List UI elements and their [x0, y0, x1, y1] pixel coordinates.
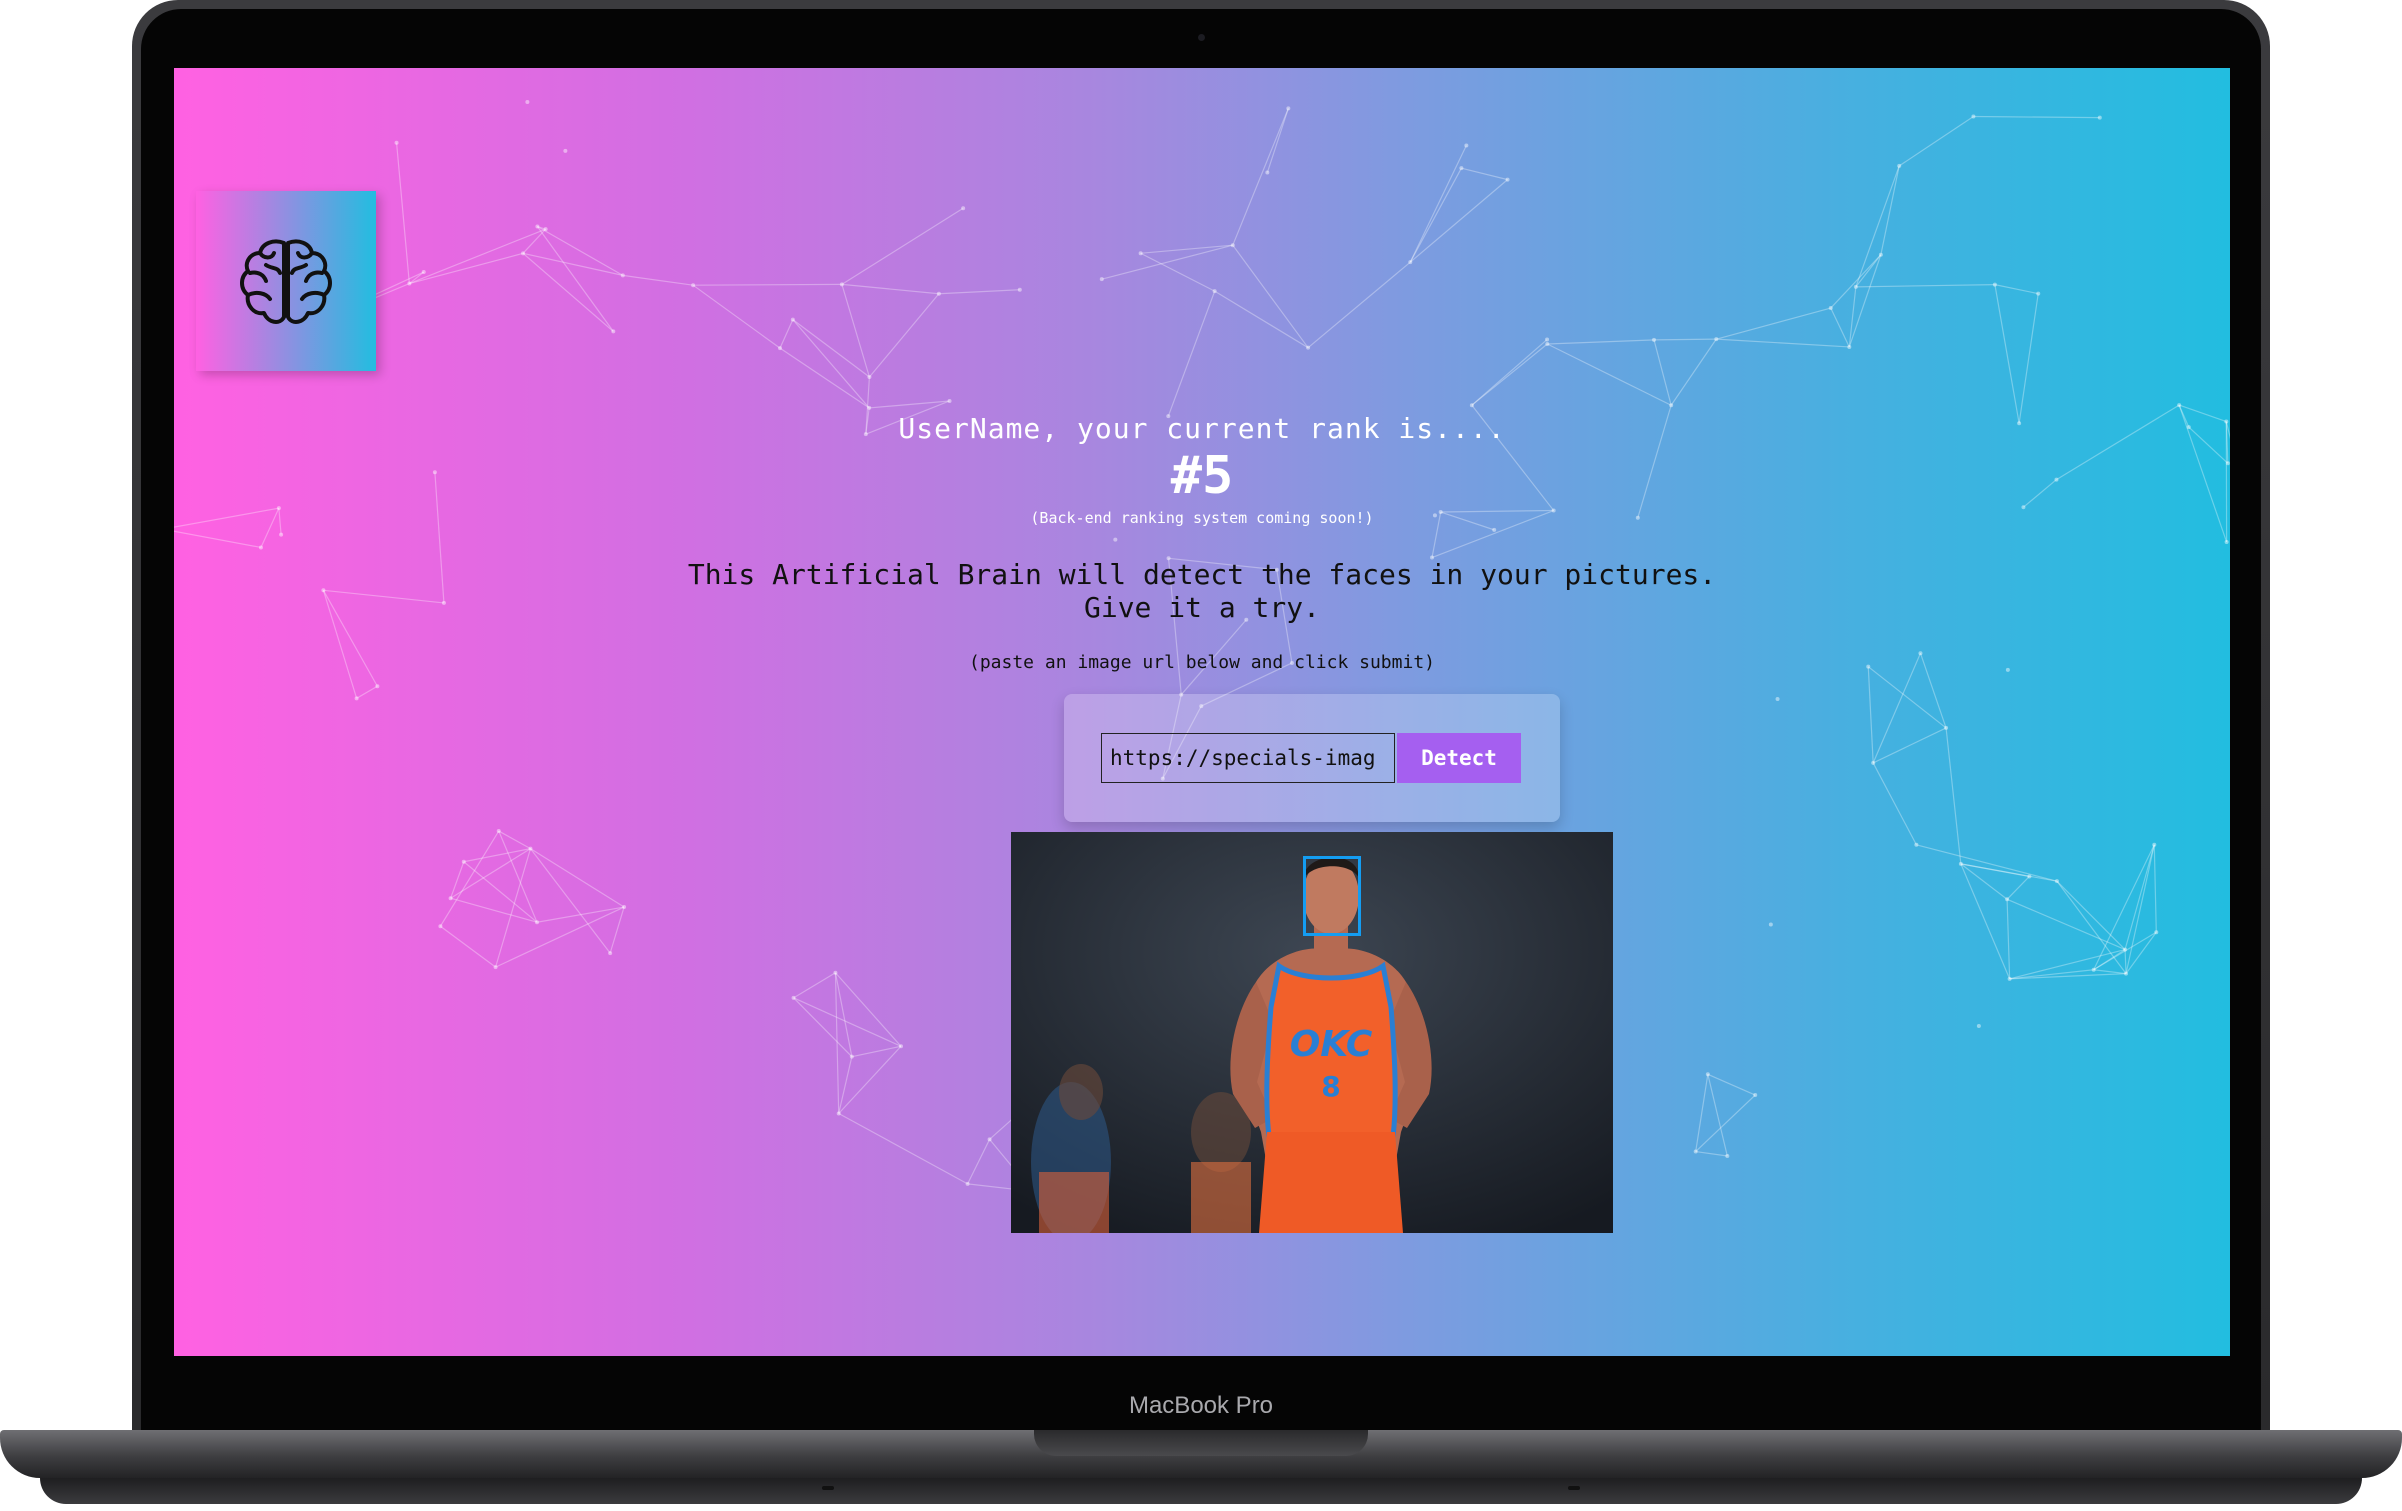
rank-note: (Back-end ranking system coming soon!)	[1030, 509, 1374, 527]
brain-icon	[240, 239, 332, 324]
result-image: OKC 8	[1011, 832, 1613, 1233]
jersey-number: 8	[1321, 1070, 1341, 1103]
laptop-foot	[822, 1486, 834, 1490]
rank-value: #5	[1170, 446, 1234, 506]
image-url-input[interactable]	[1101, 733, 1395, 783]
face-bounding-box	[1303, 856, 1361, 936]
laptop-brand-label: MacBook Pro	[1128, 1392, 1274, 1419]
laptop-base-bottom	[40, 1478, 2362, 1504]
instruction-hint: (paste an image url below and click subm…	[969, 652, 1435, 673]
intro-text: This Artificial Brain will detect the fa…	[174, 558, 2230, 624]
laptop-foot	[1568, 1486, 1580, 1490]
rank-message: UserName, your current rank is....	[898, 412, 1506, 445]
jersey-text: OKC	[1289, 1024, 1373, 1065]
intro-line-1: This Artificial Brain will detect the fa…	[687, 558, 1717, 591]
intro-line-2: Give it a try.	[1083, 591, 1320, 624]
camera-icon	[1198, 34, 1205, 41]
laptop-hinge-notch	[1034, 1430, 1368, 1456]
image-url-form: Detect	[1064, 694, 1560, 822]
logo[interactable]	[196, 191, 376, 371]
app-screen: UserName, your current rank is.... #5 (B…	[174, 68, 2230, 1356]
detect-button[interactable]: Detect	[1397, 733, 1521, 783]
